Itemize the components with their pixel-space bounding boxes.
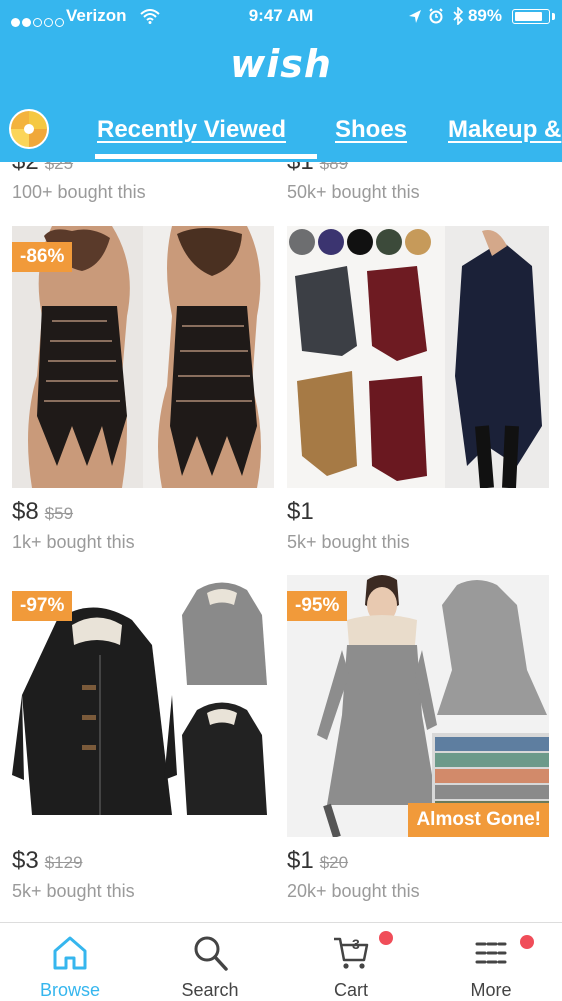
- product-image[interactable]: -95% Almost Gone!: [287, 575, 549, 837]
- bought-count: 5k+ bought this: [12, 881, 135, 901]
- nav-search-label: Search: [181, 980, 239, 1000]
- discount-badge: -97%: [12, 591, 73, 621]
- product-card[interactable]: -86% $8 $59 1k+ bought this: [12, 226, 274, 556]
- product-card[interactable]: -97% $3 $129 5k+ bought this: [12, 575, 274, 905]
- product-price: $1: [287, 847, 314, 874]
- product-feed[interactable]: $2 $25 100+ bought this $1 $89 50k+ bought…: [0, 162, 562, 922]
- home-icon: [53, 936, 87, 970]
- active-tab-indicator: [95, 154, 317, 159]
- bought-count: 100+ bought this: [12, 182, 146, 202]
- bottom-navigation: Browse Search 3 Cart More: [0, 922, 562, 1001]
- nav-browse[interactable]: Browse: [0, 923, 140, 1001]
- almost-gone-tag: Almost Gone!: [408, 803, 549, 837]
- product-image[interactable]: -97%: [12, 575, 274, 837]
- tab-recently-viewed[interactable]: Recently Viewed: [97, 116, 286, 144]
- bought-count: 50k+ bought this: [287, 182, 420, 202]
- product-card[interactable]: -95% Almost Gone! $1 $20 20k+ bought this: [287, 575, 549, 905]
- nav-browse-label: Browse: [39, 980, 101, 1000]
- app-header: Verizon 9:47 AM 89% wish Recently Viewed…: [0, 0, 562, 162]
- original-price: $129: [44, 853, 83, 872]
- cart-count: 3: [352, 936, 360, 952]
- battery-percent: 89%: [467, 6, 502, 25]
- cart-notification-dot: [379, 931, 393, 945]
- product-price: $8: [12, 498, 39, 525]
- discount-badge: -95%: [287, 591, 348, 621]
- original-price: $20: [319, 853, 349, 872]
- original-price: $89: [319, 162, 349, 173]
- alarm-clock-icon: [429, 8, 443, 24]
- bought-count: 5k+ bought this: [287, 532, 410, 552]
- tab-makeup[interactable]: Makeup &: [448, 116, 561, 144]
- original-price: $59: [44, 504, 74, 523]
- bought-count: 20k+ bought this: [287, 881, 420, 901]
- original-price: $25: [44, 162, 74, 173]
- nav-cart[interactable]: 3 Cart: [281, 923, 421, 1001]
- battery-icon: [512, 9, 550, 24]
- menu-icon: [475, 942, 507, 964]
- more-notification-dot: [520, 935, 534, 949]
- status-bar: Verizon 9:47 AM 89%: [0, 0, 562, 32]
- wish-logo: wish: [230, 42, 332, 86]
- discount-badge: -86%: [12, 242, 73, 272]
- nav-more-label: More: [470, 980, 512, 1000]
- nav-cart-label: Cart: [333, 980, 368, 1000]
- product-price: $3: [12, 847, 39, 874]
- nav-more[interactable]: More: [421, 923, 561, 1001]
- product-image[interactable]: [287, 226, 549, 488]
- nav-search[interactable]: Search: [140, 923, 280, 1001]
- bluetooth-icon: [453, 7, 464, 25]
- search-icon: [194, 936, 228, 971]
- product-card[interactable]: $1 $89 50k+ bought this: [287, 162, 549, 206]
- product-card[interactable]: $2 $25 100+ bought this: [12, 162, 274, 206]
- location-arrow-icon: [409, 10, 421, 23]
- tab-shoes[interactable]: Shoes: [335, 116, 407, 144]
- product-price: $1: [287, 162, 314, 175]
- product-price: $2: [12, 162, 39, 175]
- daily-spin-wheel-icon[interactable]: [9, 109, 49, 149]
- product-card[interactable]: $1 5k+ bought this: [287, 226, 549, 556]
- bought-count: 1k+ bought this: [12, 532, 135, 552]
- cart-icon: [334, 937, 369, 969]
- product-image[interactable]: -86%: [12, 226, 274, 488]
- wrap-coats-photo: [287, 226, 549, 488]
- product-price: $1: [287, 498, 314, 525]
